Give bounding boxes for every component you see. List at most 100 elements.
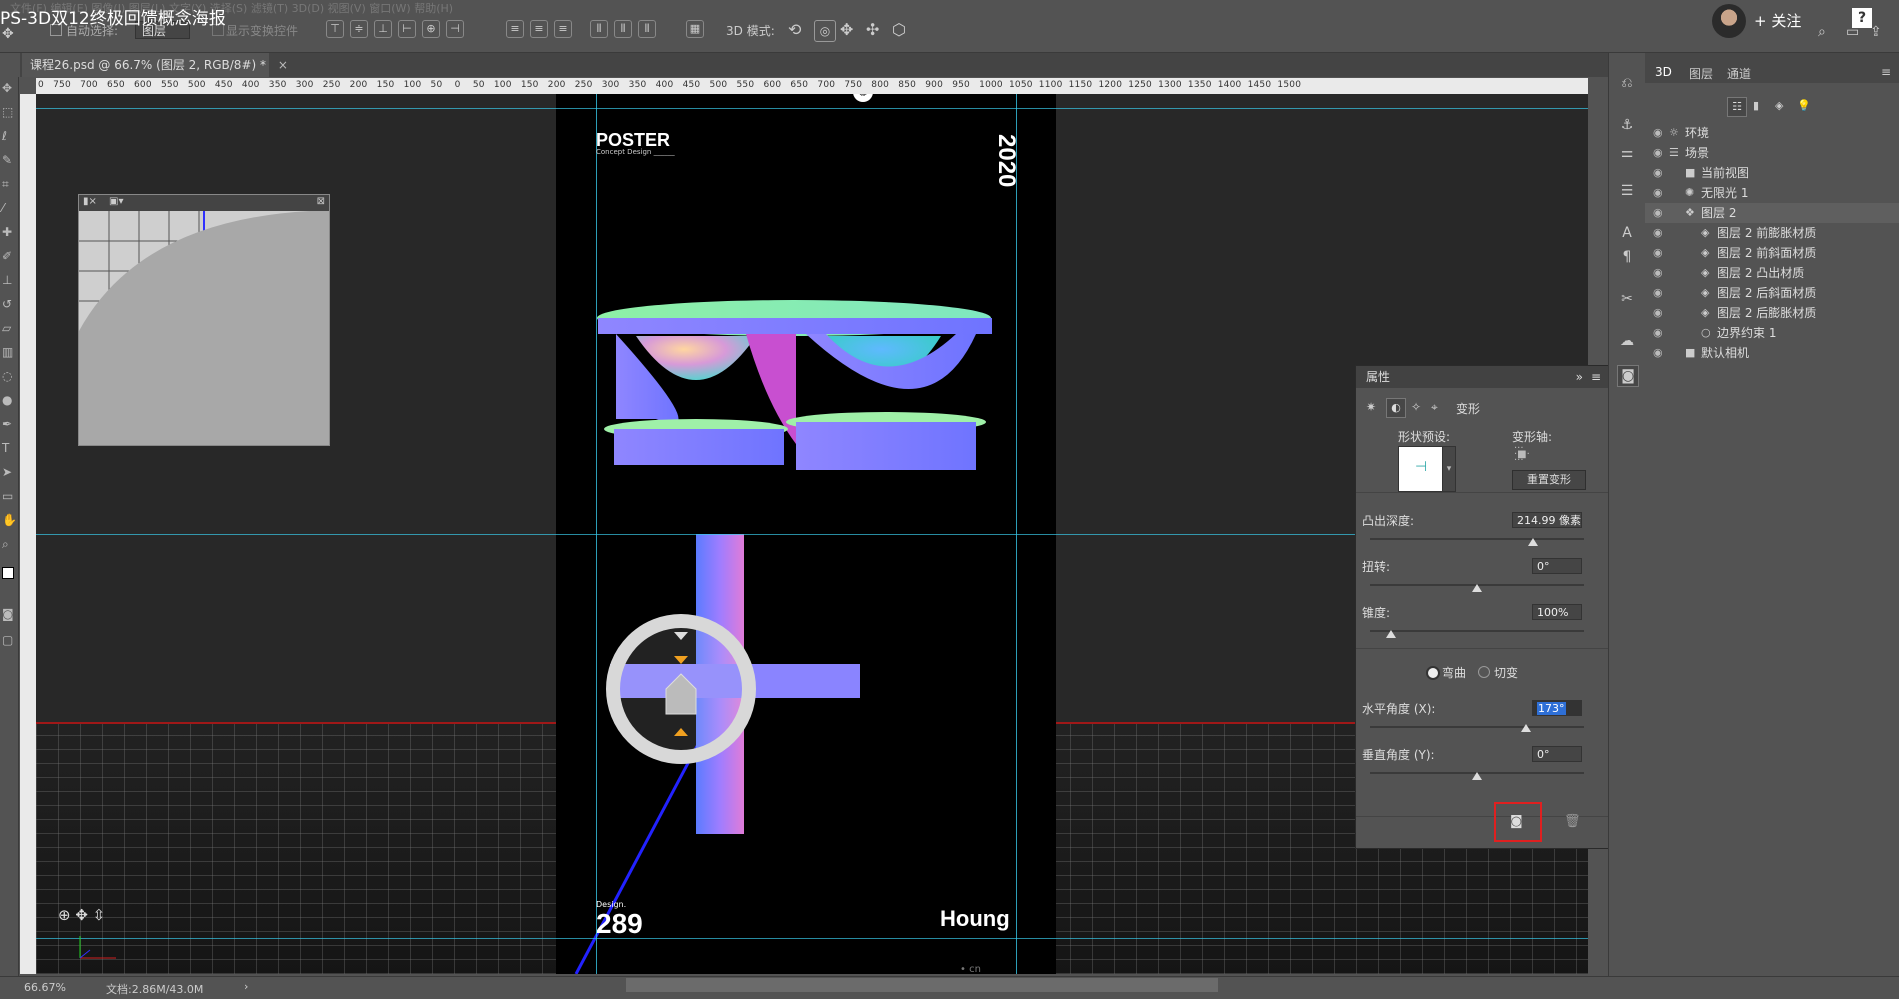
horizontal-angle-slider-thumb[interactable] (1521, 724, 1532, 732)
blur-icon[interactable]: ◌ (2, 369, 12, 383)
visibility-eye-icon[interactable]: ◉ (1653, 163, 1663, 183)
shape-preset-thumbnail[interactable]: ⊣ (1398, 446, 1444, 492)
roll-3d-icon[interactable]: ◎ (814, 20, 836, 42)
distribute-hcenter-icon[interactable]: ⦀ (614, 20, 632, 38)
quick-mask-icon[interactable]: ◙ (2, 607, 14, 621)
guide-vertical[interactable] (596, 94, 597, 974)
history-brush-icon[interactable]: ↺ (2, 297, 12, 311)
status-arrow-icon[interactable]: › (244, 980, 248, 993)
taper-slider-thumb[interactable] (1386, 630, 1397, 638)
visibility-eye-icon[interactable]: ◉ (1653, 263, 1663, 283)
visibility-eye-icon[interactable]: ◉ (1653, 143, 1663, 163)
hand-icon[interactable]: ✋ (2, 513, 17, 527)
distribute-left-icon[interactable]: ⦀ (590, 20, 608, 38)
coordinates-tab-icon[interactable]: ⌖ (1431, 400, 1438, 415)
swap-view-icon[interactable]: ⊠ (317, 196, 325, 207)
guide-horizontal[interactable] (36, 938, 1588, 939)
scene-row[interactable]: ◉ ❖ 图层 2 (1645, 203, 1899, 223)
orbit-3d-icon[interactable]: ⟲ (788, 20, 801, 39)
guide-vertical[interactable] (1016, 94, 1017, 974)
trash-icon[interactable]: 🗑 (1564, 814, 1581, 829)
align-bottom-icon[interactable]: ⊥ (374, 20, 392, 38)
scene-row[interactable]: ◉ ☰ 场景 (1645, 143, 1899, 163)
distribute-vcenter-icon[interactable]: ≡ (530, 20, 548, 38)
pen-icon[interactable]: ✒ (2, 417, 12, 431)
visibility-eye-icon[interactable]: ◉ (1653, 183, 1663, 203)
panel-menu-icon[interactable]: ≡ (1881, 65, 1891, 79)
lasso-icon[interactable]: ℓ (2, 129, 7, 143)
scene-row[interactable]: ◉ ✺ 无限光 1 (1645, 183, 1899, 203)
collapse-icon[interactable]: » (1576, 366, 1583, 388)
cap-tab-icon[interactable]: ✧ (1411, 400, 1421, 414)
zoom-icon[interactable]: ⌕ (2, 537, 9, 552)
shape-preset-dropdown[interactable]: ▾ (1442, 446, 1456, 492)
visibility-eye-icon[interactable]: ◉ (1653, 303, 1663, 323)
distribute-top-icon[interactable]: ≡ (506, 20, 524, 38)
dodge-icon[interactable]: ● (2, 393, 12, 407)
distribute-bottom-icon[interactable]: ≡ (554, 20, 572, 38)
horizontal-angle-input[interactable]: 173° (1532, 700, 1582, 716)
close-view-icon[interactable]: ▮× (83, 196, 97, 207)
marquee-icon[interactable]: ⬚ (2, 105, 13, 119)
align-right-icon[interactable]: ⊣ (446, 20, 464, 38)
extrusion-depth-input[interactable]: 214.99 像素 (1512, 512, 1582, 528)
view-select-icon[interactable]: ▣▾ (109, 196, 123, 207)
3d-axis-controls[interactable]: ⊕ ✥ ⇳ (58, 906, 105, 924)
healing-icon[interactable]: ✚ (2, 225, 12, 239)
taper-slider-track[interactable] (1370, 630, 1584, 632)
follow-button[interactable]: + 关注 (1754, 10, 1801, 31)
3d-text-object[interactable] (596, 294, 1016, 854)
visibility-eye-icon[interactable]: ◉ (1653, 283, 1663, 303)
auto-align-icon[interactable]: ▦ (686, 20, 704, 38)
extrusion-depth-slider-track[interactable] (1370, 538, 1584, 540)
character-panel-icon[interactable]: A (1617, 223, 1637, 243)
scene-row[interactable]: ◉ ◈ 图层 2 凸出材质 (1645, 263, 1899, 283)
document-tab[interactable]: 课程26.psd @ 66.7% (图层 2, RGB/8#) * × (22, 53, 288, 77)
3d-secondary-view[interactable]: ▮× ▣▾ ⊠ (78, 194, 330, 446)
panel-menu-icon[interactable]: ≡ (1591, 366, 1601, 388)
filter-material-icon[interactable]: ◈ (1775, 99, 1783, 112)
libraries-panel-icon[interactable]: ☁ (1617, 331, 1637, 351)
visibility-eye-icon[interactable]: ◉ (1653, 243, 1663, 263)
path-select-icon[interactable]: ➤ (2, 465, 12, 479)
scene-row[interactable]: ◉ ◈ 图层 2 前膨胀材质 (1645, 223, 1899, 243)
visibility-eye-icon[interactable]: ◉ (1653, 323, 1663, 343)
properties-panel-icon[interactable]: ☰ (1617, 181, 1637, 201)
align-vcenter-icon[interactable]: ≑ (350, 20, 368, 38)
filter-light-icon[interactable]: 💡 (1797, 99, 1811, 112)
tab-channels[interactable]: 通道 (1727, 65, 1751, 82)
scene-row[interactable]: ◉ ◈ 图层 2 后膨胀材质 (1645, 303, 1899, 323)
scene-row[interactable]: ◉ ◈ 图层 2 前斜面材质 (1645, 243, 1899, 263)
visibility-eye-icon[interactable]: ◉ (1653, 223, 1663, 243)
horizontal-scrollbar[interactable] (626, 978, 1218, 992)
screen-mode-icon[interactable]: ▢ (2, 633, 13, 647)
history-panel-icon[interactable]: ⎌ (1617, 73, 1637, 93)
scale-3d-icon[interactable]: ⬡ (892, 20, 906, 39)
tab-3d[interactable]: 3D (1655, 65, 1672, 79)
eyedropper-icon[interactable]: ⁄ (2, 201, 4, 215)
taper-input[interactable]: 100% (1532, 604, 1582, 620)
align-top-icon[interactable]: ⊤ (326, 20, 344, 38)
gradient-icon[interactable]: ▥ (2, 345, 13, 359)
scene-row[interactable]: ◉ ☼ 环境 (1645, 123, 1899, 143)
paragraph-panel-icon[interactable]: ¶ (1617, 247, 1637, 267)
close-tab-icon[interactable]: × (278, 58, 288, 72)
filter-mesh-icon[interactable]: ▮ (1753, 99, 1759, 112)
sliders-panel-icon[interactable]: ⚌ (1617, 143, 1637, 163)
3d-properties-panel-icon[interactable]: ◙ (1617, 365, 1639, 387)
tab-layers[interactable]: 图层 (1689, 65, 1713, 82)
stamp-icon[interactable]: ⊥ (2, 273, 12, 287)
twist-input[interactable]: 0° (1532, 558, 1582, 574)
zoom-level[interactable]: 66.67% (24, 981, 66, 994)
scene-row[interactable]: ◉ ■ 默认相机 (1645, 343, 1899, 363)
bend-radio[interactable] (1426, 666, 1440, 680)
avatar[interactable] (1712, 4, 1746, 38)
pan-3d-icon[interactable]: ✥ (840, 20, 853, 39)
horizontal-angle-slider-track[interactable] (1370, 726, 1584, 728)
slide-3d-icon[interactable]: ✣ (866, 20, 879, 39)
deform-tab-icon[interactable]: ◐ (1386, 398, 1406, 418)
shear-radio[interactable] (1478, 666, 1490, 678)
type-icon[interactable]: T (2, 441, 9, 455)
quick-select-icon[interactable]: ✎ (2, 153, 12, 167)
eraser-icon[interactable]: ▱ (2, 321, 11, 335)
